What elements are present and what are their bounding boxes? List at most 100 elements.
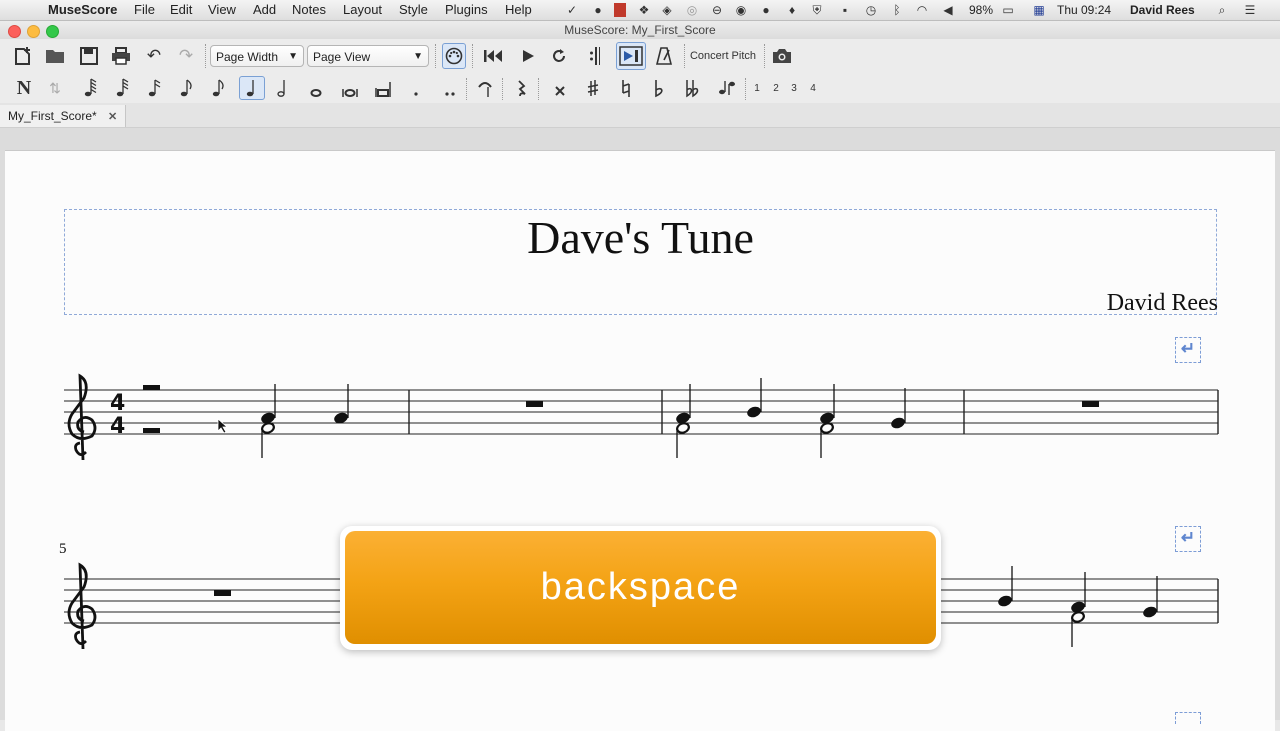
- app-menu[interactable]: MuseScore: [48, 2, 117, 18]
- double-sharp-icon[interactable]: [549, 76, 571, 100]
- shield-icon[interactable]: ⛨: [810, 3, 824, 17]
- score-composer[interactable]: David Rees: [1107, 289, 1218, 317]
- sharp-icon[interactable]: [582, 76, 604, 100]
- duration-half-icon[interactable]: [272, 76, 294, 100]
- window-zoom-button[interactable]: [46, 25, 59, 38]
- duration-64th-icon[interactable]: [80, 76, 102, 100]
- minus-circle-icon[interactable]: ⊖: [710, 3, 724, 17]
- double-dot-icon[interactable]: [438, 76, 462, 100]
- camera-icon[interactable]: [770, 43, 794, 69]
- staff-system-1[interactable]: 4 4: [0, 360, 1280, 470]
- wifi-icon[interactable]: ◠: [915, 3, 929, 17]
- note-input-mode-icon[interactable]: N: [12, 76, 36, 100]
- time-machine-icon[interactable]: ◷: [864, 3, 878, 17]
- note-head: [820, 422, 834, 434]
- window-close-button[interactable]: [8, 25, 21, 38]
- open-folder-icon[interactable]: [43, 43, 67, 69]
- double-flat-icon[interactable]: [681, 76, 705, 100]
- natural-icon[interactable]: [615, 76, 637, 100]
- menu-style[interactable]: Style: [399, 2, 428, 18]
- bluetooth-icon[interactable]: ᛒ: [890, 3, 904, 17]
- toolbar-separator: [764, 44, 765, 68]
- red-app-icon[interactable]: [614, 3, 626, 17]
- score-title[interactable]: Dave's Tune: [64, 210, 1217, 266]
- menubar-clock[interactable]: Thu 09:24: [1057, 2, 1111, 18]
- undo-icon[interactable]: ↶: [142, 43, 166, 69]
- volume-icon[interactable]: ◀: [941, 3, 955, 17]
- tie-icon[interactable]: [473, 76, 497, 100]
- menu-notes[interactable]: Notes: [292, 2, 326, 18]
- duration-longa-icon[interactable]: [371, 76, 395, 100]
- score-tab-bar: [0, 103, 1280, 128]
- checkmark-circle-icon[interactable]: ✓: [565, 3, 579, 17]
- menu-help[interactable]: Help: [505, 2, 532, 18]
- tab-my-first-score[interactable]: My_First_Score* ✕: [0, 105, 127, 127]
- menu-file[interactable]: File: [134, 2, 155, 18]
- rewind-to-start-icon[interactable]: [480, 43, 506, 69]
- battery-icon[interactable]: ▭: [998, 3, 1018, 17]
- augmentation-dot-icon[interactable]: [406, 76, 426, 100]
- system-break-icon[interactable]: ↵: [1175, 526, 1201, 552]
- menu-layout[interactable]: Layout: [343, 2, 382, 18]
- menu-edit[interactable]: Edit: [170, 2, 192, 18]
- redo-icon[interactable]: ↷: [174, 43, 198, 69]
- zoom-select[interactable]: Page Width ▼: [210, 45, 304, 67]
- skull-icon[interactable]: ●: [759, 3, 773, 17]
- keystroke-label: backspace: [345, 531, 936, 644]
- spiral-icon[interactable]: ◎: [685, 3, 699, 17]
- midi-input-icon[interactable]: [442, 43, 466, 69]
- new-score-icon[interactable]: [11, 43, 35, 69]
- concert-pitch-button[interactable]: Concert Pitch: [688, 43, 758, 69]
- menu-add[interactable]: Add: [253, 2, 276, 18]
- note-head: [998, 595, 1012, 607]
- duration-16th-icon[interactable]: [144, 76, 166, 100]
- duration-breve-icon[interactable]: [338, 76, 362, 100]
- time-sig-bottom: 4: [110, 414, 125, 439]
- duration-eighth-icon[interactable]: [176, 76, 198, 100]
- rest-icon[interactable]: [510, 76, 532, 100]
- note-entry-method-icon[interactable]: ⇅: [45, 76, 65, 100]
- battery-percent: 98%: [969, 3, 994, 17]
- sync-circle-icon[interactable]: ◉: [734, 3, 748, 17]
- duration-32nd-icon[interactable]: [112, 76, 134, 100]
- voice-1-button[interactable]: 1: [750, 76, 764, 100]
- terminal-icon[interactable]: ▪: [838, 3, 852, 17]
- flip-direction-icon[interactable]: [714, 76, 740, 100]
- toolbar-separator: [502, 78, 503, 100]
- duration-whole-icon[interactable]: [305, 76, 327, 100]
- notification-center-icon[interactable]: ☰: [1243, 3, 1257, 17]
- zoom-select-value: Page Width: [216, 50, 279, 64]
- menu-view[interactable]: View: [208, 2, 236, 18]
- menu-plugins[interactable]: Plugins: [445, 2, 488, 18]
- play-icon[interactable]: [516, 43, 540, 69]
- evernote-icon[interactable]: ●: [591, 3, 605, 17]
- play-repeats-icon[interactable]: [583, 43, 607, 69]
- half-rest: [143, 385, 160, 390]
- loop-playback-icon[interactable]: [547, 43, 571, 69]
- concert-pitch-label: Concert Pitch: [689, 50, 757, 62]
- system-break-icon[interactable]: [1175, 712, 1201, 724]
- menubar-user[interactable]: David Rees: [1130, 2, 1195, 18]
- voice-3-button[interactable]: 3: [787, 76, 801, 100]
- metronome-icon[interactable]: [652, 43, 676, 69]
- view-mode-select-value: Page View: [313, 50, 371, 64]
- voice-2-button[interactable]: 2: [769, 76, 783, 100]
- duration-quarter-icon[interactable]: [239, 76, 265, 100]
- window-minimize-button[interactable]: [27, 25, 40, 38]
- flat-icon[interactable]: [648, 76, 670, 100]
- pan-score-icon[interactable]: [616, 42, 646, 70]
- whole-rest: [214, 590, 231, 596]
- uk-flag-icon[interactable]: ▦: [1032, 3, 1046, 17]
- voice-4-button[interactable]: 4: [806, 76, 820, 100]
- spotlight-search-icon[interactable]: ⌕: [1215, 3, 1229, 17]
- toolbar-separator: [466, 78, 467, 100]
- save-icon[interactable]: [77, 43, 101, 69]
- duration-eighth-note-icon[interactable]: [208, 76, 230, 100]
- view-mode-select[interactable]: Page View ▼: [307, 45, 429, 67]
- flame-icon[interactable]: ♦: [785, 3, 799, 17]
- diamond-link-icon[interactable]: ◈: [660, 3, 674, 17]
- dropbox-icon[interactable]: ❖: [637, 3, 651, 17]
- toolbar-separator: [538, 78, 539, 100]
- print-icon[interactable]: [108, 43, 134, 69]
- close-icon[interactable]: ✕: [108, 111, 117, 123]
